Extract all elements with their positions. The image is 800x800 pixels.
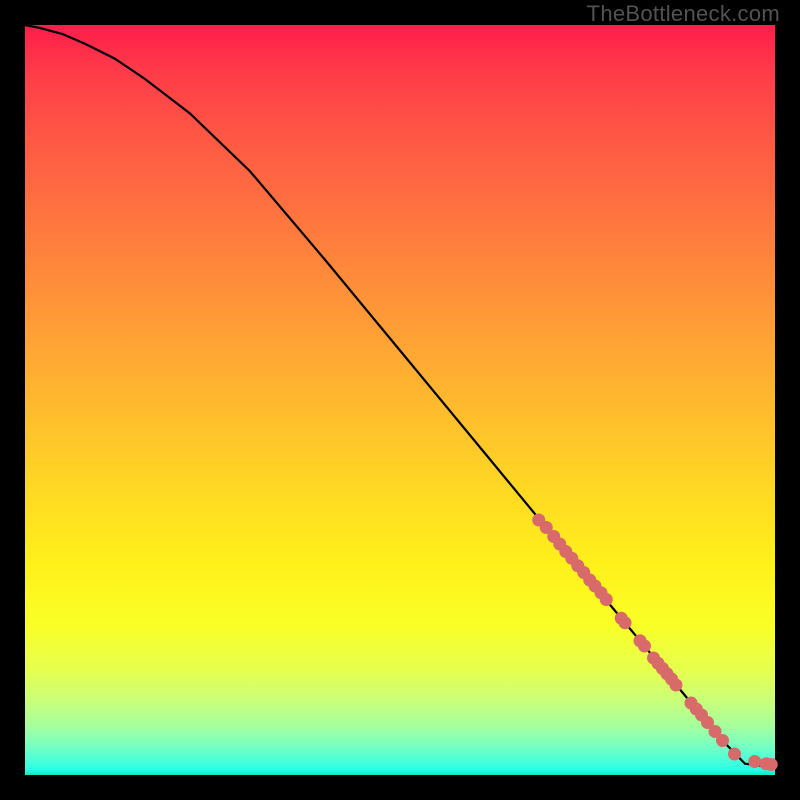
scatter-point bbox=[619, 616, 632, 629]
scatter-point bbox=[716, 734, 729, 747]
chart-frame: TheBottleneck.com bbox=[0, 0, 800, 800]
scatter-point bbox=[670, 679, 683, 692]
scatter-point bbox=[600, 593, 613, 606]
scatter-points bbox=[532, 514, 778, 772]
scatter-point bbox=[728, 748, 741, 761]
watermark-label: TheBottleneck.com bbox=[587, 1, 780, 27]
scatter-point bbox=[765, 758, 778, 771]
scatter-point bbox=[638, 640, 651, 653]
scatter-point bbox=[748, 755, 761, 768]
chart-overlay-svg bbox=[25, 25, 775, 775]
curve-line bbox=[25, 25, 775, 768]
